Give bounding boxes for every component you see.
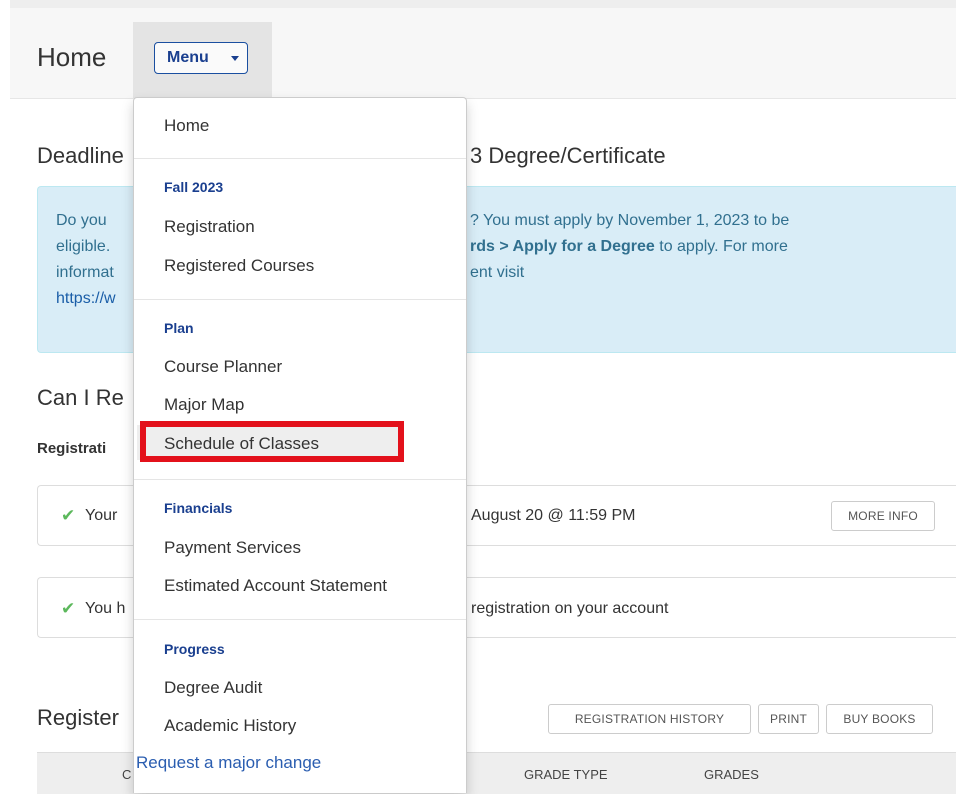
check-icon: ✔ [61,599,76,618]
alert-line1-left: Do you [56,212,107,229]
column-header-c: C [122,767,132,782]
menu-header-progress: Progress [164,641,225,657]
can-register-heading: Can I Re [37,385,124,410]
alert-line2-right: rds > Apply for a Degree to apply. For m… [470,234,788,260]
menu-item-course-planner[interactable]: Course Planner [164,357,282,377]
more-info-button[interactable]: MORE INFO [831,501,935,531]
panel1-text-right: August 20 @ 11:59 PM [471,507,636,524]
top-strip [10,0,956,8]
menu-button-label: Menu [167,49,209,66]
alert-line2-left: eligible. [56,238,111,255]
menu-item-degree-audit[interactable]: Degree Audit [164,678,262,698]
menu-item-registration[interactable]: Registration [164,217,255,237]
request-major-change-link[interactable]: Request a major change [136,753,321,773]
alert-line3-left: informat [56,264,114,281]
menu-item-home[interactable]: Home [164,116,209,136]
highlight-box [140,421,404,462]
alert-line3-right: ent visit [470,264,525,281]
alert-line2-tail: to apply. For more [654,238,788,255]
menu-divider [134,299,466,300]
menu-item-major-map[interactable]: Major Map [164,395,244,415]
caret-down-icon [231,56,239,61]
menu-item-estimated-account-statement[interactable]: Estimated Account Statement [164,576,387,596]
menu-item-payment-services[interactable]: Payment Services [164,538,301,558]
menu-item-registered-courses[interactable]: Registered Courses [164,256,314,276]
menu-divider [134,619,466,620]
menu-header-financials: Financials [164,500,233,516]
check-icon: ✔ [61,506,76,525]
column-header-grades[interactable]: GRADES [704,767,759,782]
page-title: Home [37,42,107,72]
registration-history-button[interactable]: REGISTRATION HISTORY [548,704,751,734]
menu-header-fall-2023: Fall 2023 [164,179,224,195]
panel2-text-right: registration on your account [471,600,669,617]
panel1-text-left: Your [85,507,118,524]
deadline-heading-right: 3 Degree/Certificate [470,143,666,168]
menu-divider [134,158,466,159]
deadline-heading-left: Deadline [37,143,124,168]
menu-header-plan: Plan [164,320,194,336]
print-button[interactable]: PRINT [758,704,819,734]
buy-books-button[interactable]: BUY BOOKS [826,704,933,734]
menu-divider [134,479,466,480]
apply-degree-path: rds > Apply for a Degree [470,238,655,255]
registered-heading: Register [37,705,119,730]
menu-item-academic-history[interactable]: Academic History [164,716,296,736]
panel2-text-left: You h [85,600,126,617]
registration-status-label: Registrati [37,440,107,457]
menu-button[interactable]: Menu [154,42,248,74]
info-link[interactable]: https://w [56,286,116,312]
main-menu-dropdown: Home Fall 2023 Registration Registered C… [133,97,467,793]
column-header-grade-type[interactable]: GRADE TYPE [524,767,608,782]
alert-line1-right: ? You must apply by November 1, 2023 to … [470,212,790,229]
